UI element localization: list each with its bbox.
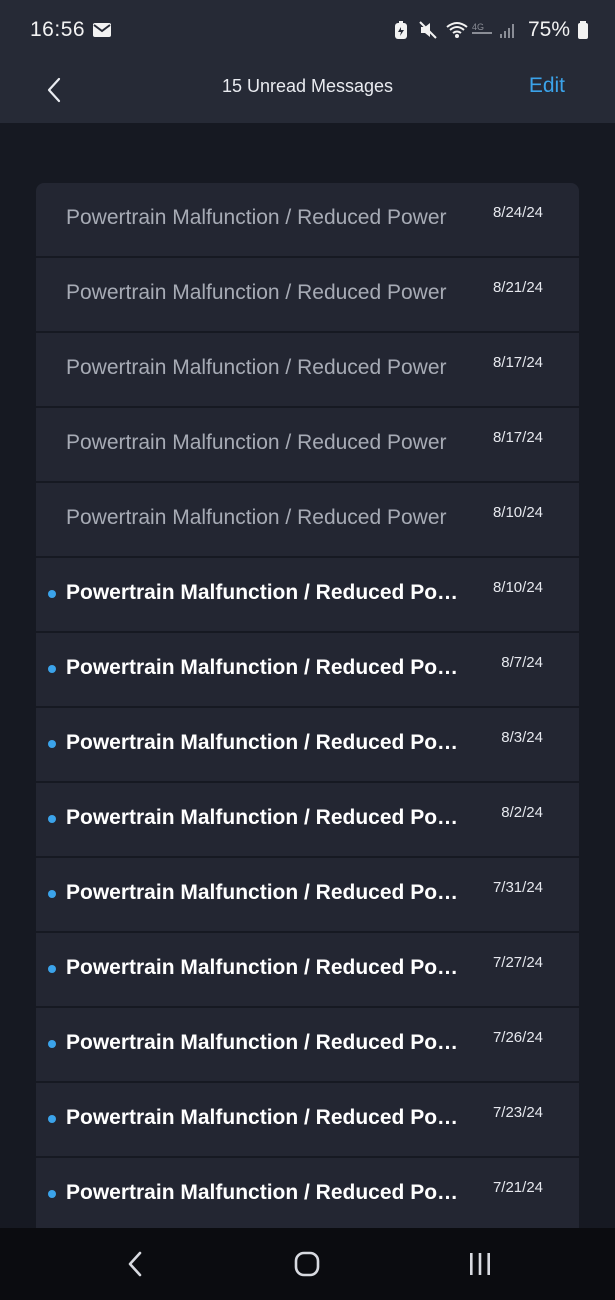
system-nav-bar [0, 1228, 615, 1300]
message-title: Powertrain Malfunction / Reduced Power [66, 731, 461, 754]
unread-dot-icon [48, 965, 56, 973]
message-date: 8/7/24 [501, 654, 543, 671]
message-title: Powertrain Malfunction / Reduced Power [66, 506, 447, 529]
message-date: 8/24/24 [492, 204, 543, 221]
wifi-icon [445, 20, 468, 40]
app-header: 15 Unread Messages Edit [0, 60, 615, 123]
message-title: Powertrain Malfunction / Reduced Power [66, 1181, 461, 1204]
message-date: 8/10/24 [492, 579, 543, 596]
unread-dot-icon [48, 1190, 56, 1198]
message-title: Powertrain Malfunction / Reduced Power [66, 1106, 461, 1129]
message-title: Powertrain Malfunction / Reduced Power [66, 356, 447, 379]
message-title: Powertrain Malfunction / Reduced Power [66, 431, 447, 454]
message-row[interactable]: Powertrain Malfunction / Reduced Power 8/… [36, 558, 579, 631]
message-date: 7/27/24 [492, 954, 543, 971]
status-icons: 4G 75% [391, 16, 589, 44]
battery-icon [577, 20, 589, 40]
message-date: 7/26/24 [492, 1029, 543, 1046]
unread-dot-icon [48, 1115, 56, 1123]
svg-text:4G: 4G [472, 22, 484, 32]
status-bar: 16:56 4G 75% [0, 0, 615, 60]
message-row[interactable]: Powertrain Malfunction / Reduced Power 7/… [36, 933, 579, 1006]
message-date: 8/10/24 [492, 504, 543, 521]
message-row[interactable]: Powertrain Malfunction / Reduced Power 7/… [36, 1158, 579, 1231]
message-row[interactable]: Powertrain Malfunction / Reduced Power 8/… [36, 708, 579, 781]
unread-dot-icon [48, 815, 56, 823]
message-row[interactable]: Powertrain Malfunction / Reduced Power 7/… [36, 1008, 579, 1081]
unread-dot-icon [48, 890, 56, 898]
message-row[interactable]: Powertrain Malfunction / Reduced Power 7/… [36, 1083, 579, 1156]
nav-back-icon [128, 1251, 142, 1277]
message-list: Powertrain Malfunction / Reduced Power 8/… [36, 183, 579, 1233]
message-date: 8/3/24 [501, 729, 543, 746]
volte-icon: 4G [471, 20, 492, 40]
message-row[interactable]: Powertrain Malfunction / Reduced Power 8/… [36, 333, 579, 406]
message-title: Powertrain Malfunction / Reduced Power [66, 206, 447, 229]
message-date: 7/23/24 [492, 1104, 543, 1121]
message-date: 7/31/24 [492, 879, 543, 896]
mute-icon [418, 20, 438, 40]
message-row[interactable]: Powertrain Malfunction / Reduced Power 8/… [36, 633, 579, 706]
page-title: 15 Unread Messages [221, 76, 394, 96]
unread-dot-icon [48, 590, 56, 598]
battery-saver-icon [391, 20, 411, 40]
message-title: Powertrain Malfunction / Reduced Power [66, 806, 461, 829]
unread-dot-icon [48, 740, 56, 748]
message-date: 8/17/24 [492, 429, 543, 446]
message-title: Powertrain Malfunction / Reduced Power [66, 281, 447, 304]
message-title: Powertrain Malfunction / Reduced Power [66, 1031, 461, 1054]
nav-recents-icon [470, 1253, 490, 1275]
nav-back-button[interactable] [115, 1248, 155, 1280]
unread-dot-icon [48, 1040, 56, 1048]
message-row[interactable]: Powertrain Malfunction / Reduced Power 8/… [36, 258, 579, 331]
nav-home-button[interactable] [287, 1248, 327, 1280]
edit-button[interactable]: Edit [529, 74, 565, 98]
mail-icon [93, 23, 111, 37]
message-title: Powertrain Malfunction / Reduced Power [66, 956, 461, 979]
message-row[interactable]: Powertrain Malfunction / Reduced Power 7/… [36, 858, 579, 931]
message-row[interactable]: Powertrain Malfunction / Reduced Power 8/… [36, 408, 579, 481]
message-title: Powertrain Malfunction / Reduced Power [66, 581, 461, 604]
message-date: 8/17/24 [492, 354, 543, 371]
nav-recents-button[interactable] [460, 1248, 500, 1280]
message-date: 8/21/24 [492, 279, 543, 296]
message-row[interactable]: Powertrain Malfunction / Reduced Power 8/… [36, 783, 579, 856]
message-title: Powertrain Malfunction / Reduced Power [66, 881, 461, 904]
nav-home-icon [294, 1251, 320, 1277]
message-title: Powertrain Malfunction / Reduced Power [66, 656, 461, 679]
message-row[interactable]: Powertrain Malfunction / Reduced Power 8/… [36, 483, 579, 556]
unread-dot-icon [48, 665, 56, 673]
screen: 16:56 4G 75% 15 Unread Messages Edit Pow… [0, 0, 615, 1300]
battery-percent: 75% [527, 18, 570, 41]
status-time: 16:56 [30, 18, 86, 41]
message-date: 7/21/24 [492, 1179, 543, 1196]
signal-icon [499, 20, 519, 40]
message-date: 8/2/24 [501, 804, 543, 821]
message-row[interactable]: Powertrain Malfunction / Reduced Power 8/… [36, 183, 579, 256]
